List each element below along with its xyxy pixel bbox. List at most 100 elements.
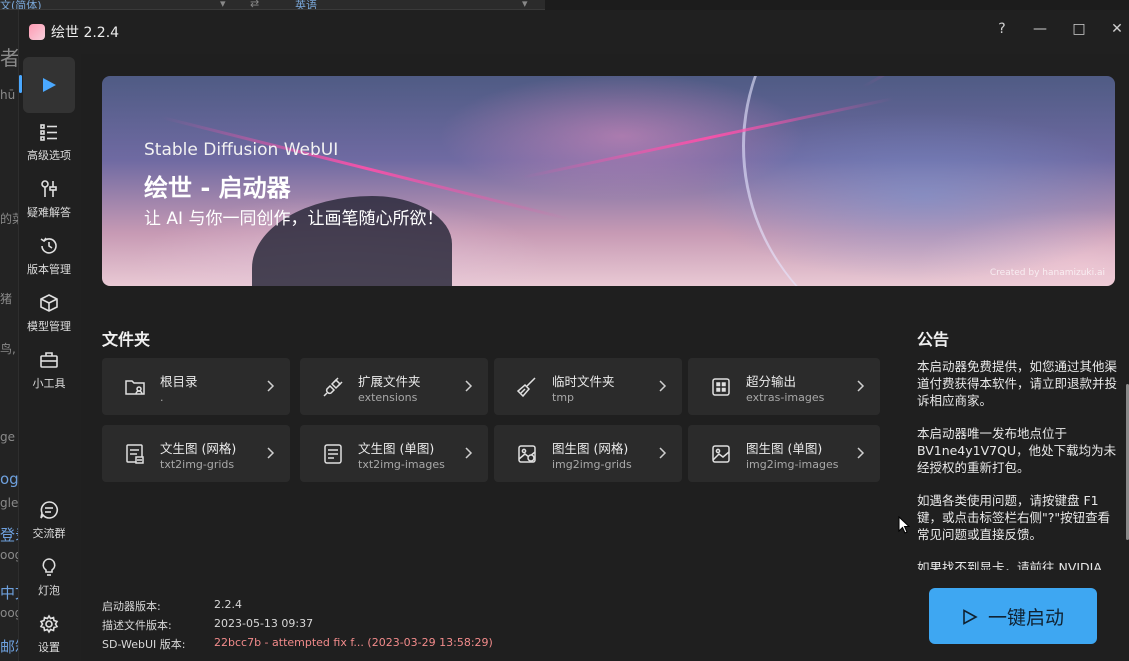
chevron-right-icon <box>854 445 868 461</box>
chevron-right-icon <box>462 445 476 461</box>
broom-icon <box>516 376 538 398</box>
folder-card-img2img-grids[interactable]: 图生图 (网格) img2img-grids <box>494 425 682 482</box>
background-fragment: 中文 <box>0 584 18 602</box>
version-label: SD-WebUI 版本: <box>102 638 186 651</box>
background-app-toolbar: 文(简体) ▾ ⇄ 英语 ▾ <box>0 0 545 10</box>
text-grid-icon <box>124 443 146 465</box>
sidebar-item-advanced[interactable]: 高级选项 <box>19 114 79 170</box>
folder-card-img2img-images[interactable]: 图生图 (单图) img2img-images <box>688 425 880 482</box>
title-bar: 绘世 2.2.4 ? — □ ✕ <box>19 10 1129 52</box>
sidebar-item-label: 小工具 <box>32 377 66 390</box>
sidebar-nav: 高级选项 疑难解答 版本管理 模型管理 小工具 交流群 灯泡 设置 <box>19 54 79 661</box>
sidebar-item-tools[interactable]: 小工具 <box>19 342 79 398</box>
banner-title: 绘世 - 启动器 <box>144 174 291 202</box>
sidebar-item-models[interactable]: 模型管理 <box>19 285 79 341</box>
sidebar-item-label: 疑难解答 <box>27 206 71 219</box>
folder-card-root[interactable]: 根目录 . <box>102 358 290 415</box>
banner-tagline: 让 AI 与你一同创作，让画笔随心所欲！ <box>144 209 444 229</box>
app-logo-icon <box>29 24 45 40</box>
chevron-right-icon <box>656 378 670 394</box>
background-source-language: 文(简体) <box>0 0 42 10</box>
mouse-cursor-icon <box>898 515 911 534</box>
background-fragment: 登录 <box>0 526 18 544</box>
background-fragment: og <box>0 470 18 488</box>
hero-banner: Stable Diffusion WebUI 绘世 - 启动器 让 AI 与你一… <box>102 76 1115 286</box>
sidebar-item-settings[interactable]: 设置 <box>19 606 79 661</box>
maximize-button[interactable]: □ <box>1064 14 1094 44</box>
notice-title: 公告 <box>917 330 950 349</box>
window-title: 绘世 2.2.4 <box>51 25 120 41</box>
sidebar-item-label: 高级选项 <box>27 149 71 162</box>
sidebar-item-label: 设置 <box>38 641 60 654</box>
minimize-button[interactable]: — <box>1025 14 1055 44</box>
folder-path: txt2img-grids <box>160 458 235 471</box>
cube-icon <box>38 292 60 314</box>
folder-name: 图生图 (单图) <box>746 441 823 456</box>
background-fragment: 的菜 <box>0 212 18 226</box>
version-label: 启动器版本: <box>102 600 161 613</box>
banner-planet-arc <box>742 76 1115 286</box>
launcher-window: 绘世 2.2.4 ? — □ ✕ 高级选项 疑难解答 版本管理 模型管理 小工具… <box>18 10 1129 661</box>
background-fragment: 邮箱 <box>0 638 18 656</box>
folder-card-tmp[interactable]: 临时文件夹 tmp <box>494 358 682 415</box>
folder-name: 根目录 <box>160 374 198 389</box>
sidebar-item-community[interactable]: 交流群 <box>19 492 79 548</box>
main-content: Stable Diffusion WebUI 绘世 - 启动器 让 AI 与你一… <box>81 54 1129 661</box>
banner-credit: Created by hanamizuki.ai <box>989 268 1105 278</box>
launch-button[interactable]: 一键启动 <box>929 588 1097 644</box>
webui-version-link[interactable]: 22bcc7b - attempted fix f... (2023-03-29… <box>214 636 493 649</box>
banner-subtitle: Stable Diffusion WebUI <box>144 140 339 160</box>
background-dropdown-icon-2: ▾ <box>522 0 528 10</box>
plug-icon <box>322 376 344 398</box>
text-image-icon <box>322 443 344 465</box>
tools-icon <box>38 178 60 200</box>
folder-card-txt2img-images[interactable]: 文生图 (单图) txt2img-images <box>300 425 488 482</box>
folder-path: . <box>160 391 164 404</box>
chat-icon <box>38 499 60 521</box>
folder-name: 扩展文件夹 <box>358 374 421 389</box>
sidebar-item-label: 交流群 <box>32 527 66 540</box>
notice-paragraph: 如果找不到显卡，请前往 NVIDIA <box>917 560 1102 570</box>
notice-paragraph: 如遇各类使用问题，请按键盘 F1 键，或点击标签栏右侧"?"按钮查看常见问题或直… <box>917 493 1111 542</box>
folder-path: extensions <box>358 391 418 404</box>
folder-name: 超分输出 <box>746 374 797 389</box>
image-icon <box>710 443 732 465</box>
folder-card-txt2img-grids[interactable]: 文生图 (网格) txt2img-grids <box>102 425 290 482</box>
background-target-language: 英语 <box>295 0 317 10</box>
background-fragment: oog <box>0 606 18 620</box>
version-label: 描述文件版本: <box>102 619 172 632</box>
image-grid-icon <box>516 443 538 465</box>
close-button[interactable]: ✕ <box>1102 14 1129 44</box>
sidebar-item-versions[interactable]: 版本管理 <box>19 228 79 284</box>
sidebar-item-label: 灯泡 <box>38 584 60 597</box>
sidebar-item-bulb[interactable]: 灯泡 <box>19 549 79 605</box>
background-fragment: ge <box>0 430 15 444</box>
folder-path: img2img-images <box>746 458 839 471</box>
folder-card-extras[interactable]: 超分输出 extras-images <box>688 358 880 415</box>
background-fragment: 鸟, 丰 <box>0 342 18 356</box>
folder-user-icon <box>124 376 146 398</box>
background-fragment: gle <box>0 496 18 510</box>
notice-panel[interactable]: 本启动器免费提供，如您通过其他渠道付费获得本软件，请立即退款并投诉相应商家。 本… <box>917 358 1117 570</box>
chevron-right-icon <box>264 378 278 394</box>
bulb-icon <box>38 556 60 578</box>
background-fragment: 猪 <box>0 292 13 306</box>
folder-path: img2img-grids <box>552 458 632 471</box>
background-app-left-edge: 者 hū 的菜 猪 鸟, 丰 ge og gle 登录 oog 中文 oog 邮… <box>0 10 18 661</box>
folder-name: 文生图 (单图) <box>358 441 435 456</box>
chevron-right-icon <box>656 445 670 461</box>
gear-icon <box>38 613 60 635</box>
folder-name: 文生图 (网格) <box>160 441 237 456</box>
background-fragment: hū <box>0 88 16 102</box>
help-button[interactable]: ? <box>987 14 1017 44</box>
background-fragment: oog <box>0 548 18 562</box>
sidebar-item-troubleshoot[interactable]: 疑难解答 <box>19 171 79 227</box>
list-icon <box>38 121 60 143</box>
folders-section-title: 文件夹 <box>102 330 151 349</box>
folder-card-extensions[interactable]: 扩展文件夹 extensions <box>300 358 488 415</box>
sidebar-item-label: 版本管理 <box>27 263 71 276</box>
background-swap-icon: ⇄ <box>250 0 260 10</box>
sidebar-item-launch[interactable] <box>19 57 75 113</box>
grid-icon <box>710 376 732 398</box>
toolbox-icon <box>38 349 60 371</box>
